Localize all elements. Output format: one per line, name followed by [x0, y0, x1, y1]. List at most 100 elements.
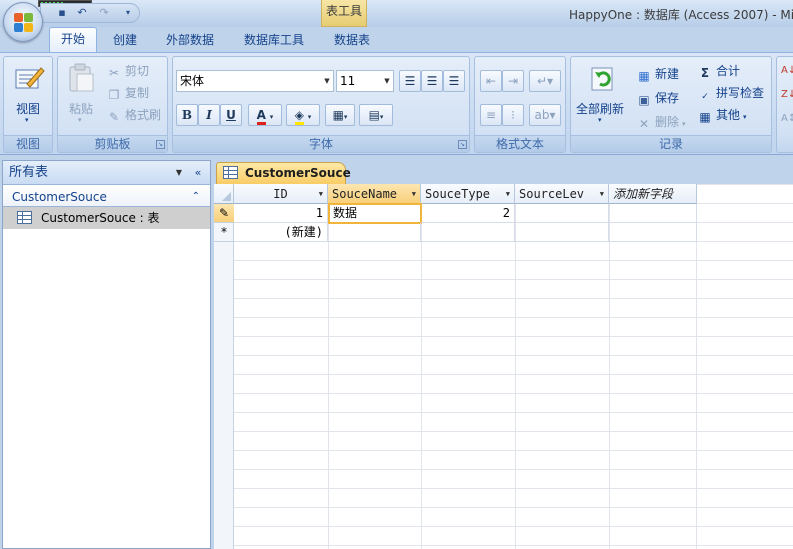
- paragraph-direction-button[interactable]: ↵▾: [529, 70, 561, 92]
- cut-button[interactable]: ✂ 剪切: [106, 62, 149, 80]
- table-cell-soucename[interactable]: 数据: [328, 203, 422, 224]
- clipboard-launcher-icon[interactable]: ↘: [156, 140, 165, 149]
- tab-home[interactable]: 开始: [49, 27, 97, 54]
- datasheet-grid[interactable]: ID ▼ SouceName ▼ SouceType ▼ SourceLev ▼ 添加新…: [214, 184, 793, 549]
- refresh-all-label: 全部刷新: [576, 102, 625, 116]
- table-cell-soucename[interactable]: [328, 223, 421, 242]
- table-cell-sourcelev[interactable]: [515, 204, 609, 223]
- sort-descending-icon[interactable]: Z↓: [781, 89, 793, 100]
- chevron-up-icon[interactable]: ⌃: [192, 187, 200, 207]
- nav-pane-title: 所有表: [9, 165, 49, 180]
- align-center-button[interactable]: ☰: [421, 70, 443, 92]
- delete-record-button[interactable]: ✕ 删除 ▾: [636, 113, 686, 131]
- redo-icon[interactable]: ↷: [97, 6, 111, 20]
- totals-button[interactable]: Σ 合计: [697, 62, 740, 80]
- font-size-select[interactable]: 11 ▼: [336, 70, 394, 92]
- table-cell-add-field[interactable]: [609, 223, 697, 242]
- highlight-button[interactable]: ab▾: [529, 104, 561, 126]
- chevron-down-icon[interactable]: ▼: [412, 184, 416, 204]
- paste-button[interactable]: 粘贴 ▾: [61, 60, 101, 132]
- column-header-sourcelev[interactable]: SourceLev ▼: [515, 184, 609, 204]
- numbering-button[interactable]: ≡: [480, 104, 502, 126]
- increase-indent-button[interactable]: ⇥: [502, 70, 524, 92]
- table-cell-id[interactable]: 1: [234, 204, 328, 223]
- chevron-down-icon: ▼: [324, 77, 330, 85]
- collapse-pane-icon[interactable]: «: [190, 165, 206, 181]
- view-label: 视图: [16, 102, 41, 116]
- gridlines-icon: ▦: [332, 108, 344, 122]
- underline-button[interactable]: U: [220, 104, 242, 126]
- view-icon: [15, 67, 45, 89]
- font-launcher-icon[interactable]: ↘: [458, 140, 467, 149]
- align-right-button[interactable]: ☰: [443, 70, 465, 92]
- nav-pane-header[interactable]: 所有表 ▼ «: [3, 161, 210, 185]
- save-icon: ▣: [638, 93, 650, 107]
- table-cell-sourcelev[interactable]: [515, 223, 609, 242]
- alternate-fill-button[interactable]: ▤▾: [359, 104, 393, 126]
- refresh-all-button[interactable]: 全部刷新 ▾: [573, 60, 631, 132]
- align-left-icon: ☰: [404, 74, 416, 88]
- align-center-icon: ☰: [426, 74, 438, 88]
- italic-button[interactable]: I: [198, 104, 220, 126]
- chevron-down-icon[interactable]: ▼: [172, 166, 186, 180]
- align-left-button[interactable]: ☰: [399, 70, 421, 92]
- table-cell-id[interactable]: (新建): [234, 223, 328, 242]
- save-icon[interactable]: ▪: [55, 6, 69, 20]
- new-record-button[interactable]: ▦ 新建: [636, 65, 679, 83]
- paste-dropdown-icon: ▾: [78, 116, 82, 124]
- group-sort-filter-partial: A↓ Z↓ A↕: [776, 56, 793, 153]
- sort-ascending-icon[interactable]: A↓: [781, 65, 793, 76]
- tab-datasheet[interactable]: 数据表: [324, 29, 380, 53]
- group-rich-text: ⇤ ⇥ ↵▾ ≡ ⁝ ab▾ 格式文本: [474, 56, 566, 153]
- table-cell-soucetype[interactable]: 2: [421, 204, 515, 223]
- font-name-select[interactable]: 宋体 ▼: [176, 70, 334, 92]
- column-header-soucetype[interactable]: SouceType ▼: [421, 184, 515, 204]
- select-all-corner[interactable]: [214, 184, 234, 204]
- refresh-dropdown-icon: ▾: [598, 116, 602, 124]
- copy-icon: ❐: [108, 88, 120, 102]
- spelling-button[interactable]: ✓ 拼写检查: [697, 84, 764, 104]
- new-record-label: 新建: [655, 67, 680, 81]
- nav-group-header[interactable]: CustomerSouce ⌃: [3, 187, 210, 207]
- document-tab[interactable]: CustomerSouce: [216, 162, 351, 185]
- nav-item-table[interactable]: CustomerSouce : 表: [3, 207, 210, 229]
- chevron-down-icon[interactable]: ▼: [506, 184, 510, 204]
- font-color-button[interactable]: A ▾: [248, 104, 282, 126]
- chevron-down-icon[interactable]: ▼: [319, 184, 323, 204]
- group-label-rich-text: 格式文本: [475, 135, 565, 152]
- group-label-font: 字体: [173, 135, 469, 152]
- bold-button[interactable]: B: [176, 104, 198, 126]
- ribbon-tabs: 开始 创建 外部数据 数据库工具 数据表: [0, 27, 793, 54]
- undo-icon[interactable]: ↶: [75, 6, 89, 20]
- copy-button[interactable]: ❐ 复制: [106, 84, 149, 102]
- office-button[interactable]: [3, 2, 43, 42]
- chevron-down-icon[interactable]: ▼: [600, 184, 604, 204]
- numbered-list-icon: ≡: [485, 108, 497, 122]
- tab-create[interactable]: 创建: [104, 29, 146, 53]
- tab-database-tools[interactable]: 数据库工具: [236, 29, 312, 53]
- record-selector-new[interactable]: *: [214, 223, 234, 242]
- fill-color-button[interactable]: ◈ ▾: [286, 104, 320, 126]
- more-button[interactable]: ▦ 其他 ▾: [697, 106, 746, 124]
- table-icon: [223, 166, 238, 179]
- record-selector-editing[interactable]: ✎: [214, 204, 234, 223]
- format-painter-button[interactable]: ✎ 格式刷: [106, 106, 161, 124]
- view-button[interactable]: 视图 ▾: [8, 60, 50, 132]
- nav-item-label: CustomerSouce : 表: [41, 211, 160, 225]
- gridlines-button[interactable]: ▦▾: [325, 104, 355, 126]
- tab-external-data[interactable]: 外部数据: [157, 29, 223, 53]
- decrease-indent-button[interactable]: ⇤: [480, 70, 502, 92]
- table-cell-soucetype[interactable]: [421, 223, 515, 242]
- cut-label: 剪切: [125, 64, 150, 78]
- column-header-add-field[interactable]: 添加新字段: [609, 184, 697, 204]
- customize-icon[interactable]: ▾: [121, 6, 135, 20]
- column-header-soucename[interactable]: SouceName ▼: [328, 184, 421, 204]
- bullets-button[interactable]: ⁝: [502, 104, 524, 126]
- copy-label: 复制: [125, 86, 150, 100]
- clear-sort-icon[interactable]: A↕: [781, 113, 793, 124]
- group-clipboard: 粘贴 ▾ ✂ 剪切 ❐ 复制 ✎ 格式刷 剪贴板 ↘: [57, 56, 168, 153]
- column-header-id[interactable]: ID ▼: [234, 184, 328, 204]
- table-cell-add-field[interactable]: [609, 204, 697, 223]
- more-icon: ▦: [699, 110, 711, 124]
- save-record-button[interactable]: ▣ 保存: [636, 89, 679, 107]
